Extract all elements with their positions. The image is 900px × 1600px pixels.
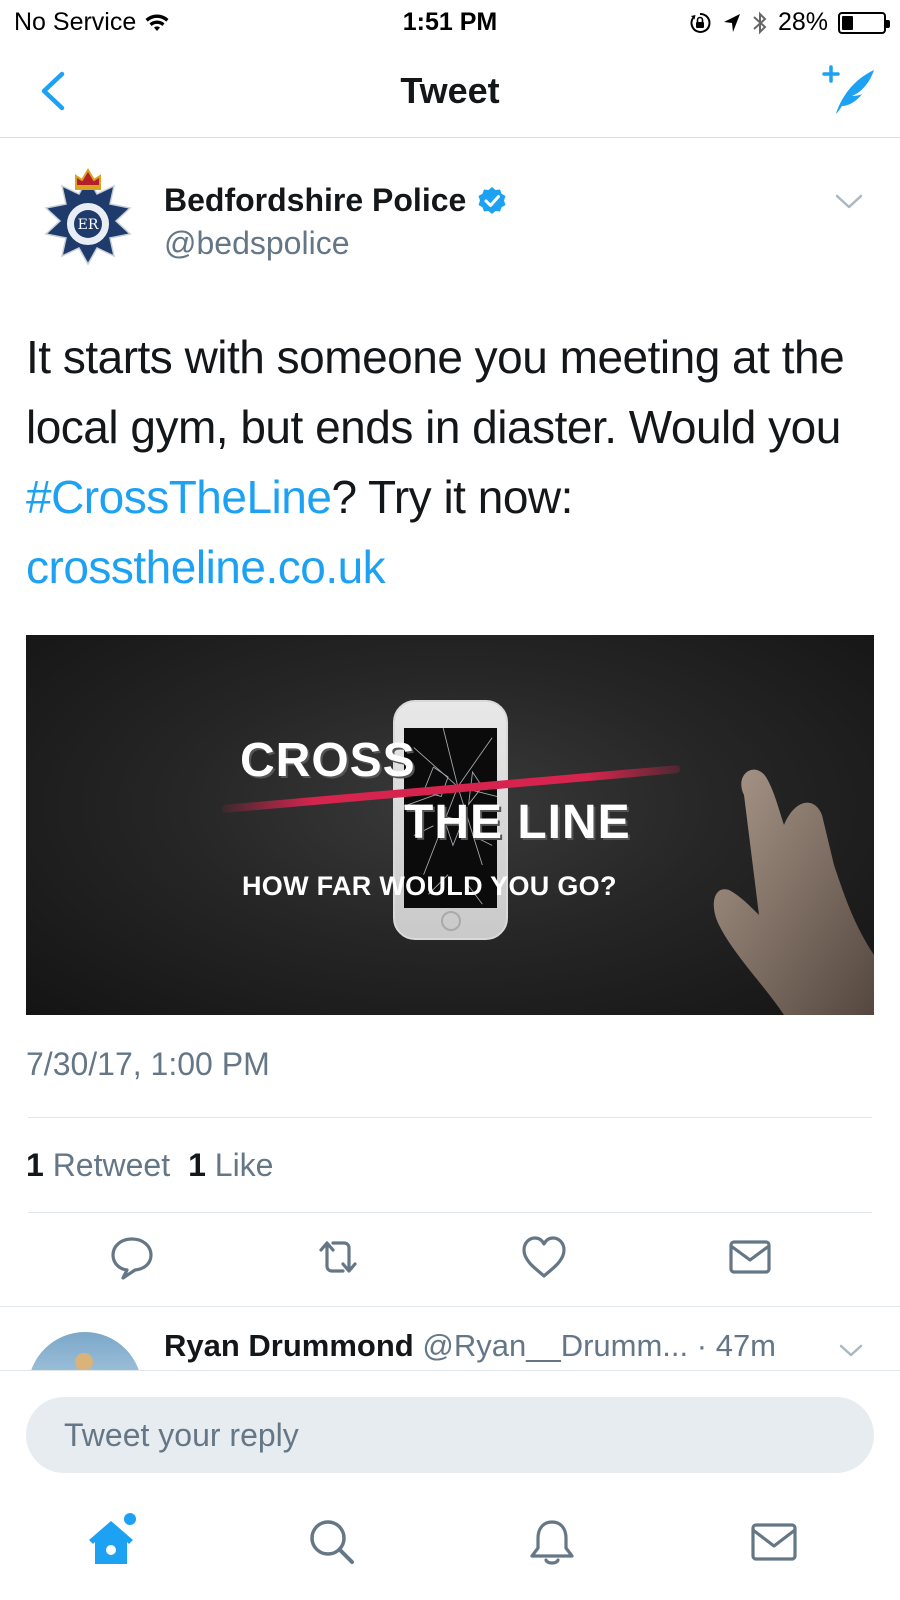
- retweet-count[interactable]: 1 Retweet: [26, 1147, 170, 1184]
- like-count[interactable]: 1 Like: [188, 1147, 273, 1184]
- notifications-icon[interactable]: [526, 1516, 578, 1568]
- location-arrow-icon: [723, 13, 740, 32]
- divider: [28, 1117, 872, 1118]
- tweet-text-part1: It starts with someone you meeting at th…: [26, 331, 845, 453]
- retweet-count-label: Retweet: [52, 1147, 171, 1183]
- bluetooth-icon: [753, 11, 767, 34]
- like-count-label: Like: [214, 1147, 274, 1183]
- author-handle[interactable]: @bedspolice: [164, 225, 349, 262]
- phone-home-button: [440, 911, 461, 931]
- reply-author-handle[interactable]: @Ryan__Drumm...: [422, 1328, 688, 1363]
- author-name-row: Bedfordshire Police: [164, 182, 508, 219]
- tweet-text-part2: ? Try it now:: [331, 471, 573, 523]
- reply-input[interactable]: [26, 1397, 874, 1473]
- reply-meta: Ryan Drummond @Ryan__Drumm... · 47m: [164, 1328, 776, 1364]
- media-title-line1: CROSS: [240, 734, 416, 787]
- battery-level: [842, 15, 853, 30]
- chevron-down-icon[interactable]: [834, 192, 864, 212]
- tweet-timestamp: 7/30/17, 1:00 PM: [26, 1046, 270, 1082]
- status-right: 28%: [688, 8, 890, 37]
- nav-bar: Tweet: [0, 44, 900, 138]
- verified-badge-icon: [478, 186, 506, 214]
- reply-author-name[interactable]: Ryan Drummond: [164, 1328, 414, 1363]
- search-icon[interactable]: [306, 1516, 358, 1568]
- divider: [28, 1212, 872, 1213]
- direct-message-icon[interactable]: [725, 1232, 775, 1282]
- home-new-content-dot: [124, 1513, 136, 1525]
- retweet-count-value: 1: [26, 1147, 44, 1183]
- url-link[interactable]: crosstheline.co.uk: [26, 541, 386, 593]
- status-bar: No Service 1:51 PM 28%: [0, 0, 900, 44]
- media-tagline: HOW FAR WOULD YOU GO?: [242, 871, 617, 901]
- like-icon[interactable]: [519, 1232, 569, 1282]
- reply-composer: [0, 1370, 900, 1490]
- retweet-icon[interactable]: [313, 1232, 363, 1282]
- tweet-media-image[interactable]: CROSS THE LINE HOW FAR WOULD YOU GO?: [26, 635, 874, 1015]
- compose-tweet-icon[interactable]: [818, 62, 878, 118]
- media-title-line2: THE LINE: [404, 796, 631, 849]
- author-name[interactable]: Bedfordshire Police: [164, 182, 466, 219]
- messages-icon[interactable]: [748, 1516, 800, 1568]
- author-avatar[interactable]: ER: [28, 158, 148, 278]
- divider: [0, 1306, 900, 1307]
- like-count-value: 1: [188, 1147, 206, 1183]
- page-title: Tweet: [400, 70, 500, 111]
- engagement-counts: 1 Retweet 1 Like: [26, 1147, 273, 1184]
- reply-time: · 47m: [696, 1328, 777, 1363]
- battery-percent: 28%: [777, 8, 828, 36]
- hashtag-link[interactable]: #CrossTheLine: [26, 471, 332, 523]
- hand-graphic: [713, 769, 874, 1015]
- tab-bar: [0, 1490, 900, 1600]
- tweet-text: It starts with someone you meeting at th…: [26, 322, 876, 602]
- police-badge-logo: ER: [44, 168, 132, 266]
- orientation-lock-icon: [690, 12, 711, 33]
- battery-icon: [838, 11, 890, 34]
- chevron-down-icon[interactable]: [838, 1342, 864, 1360]
- reply-icon[interactable]: [107, 1232, 157, 1282]
- badge-monogram: ER: [78, 217, 99, 233]
